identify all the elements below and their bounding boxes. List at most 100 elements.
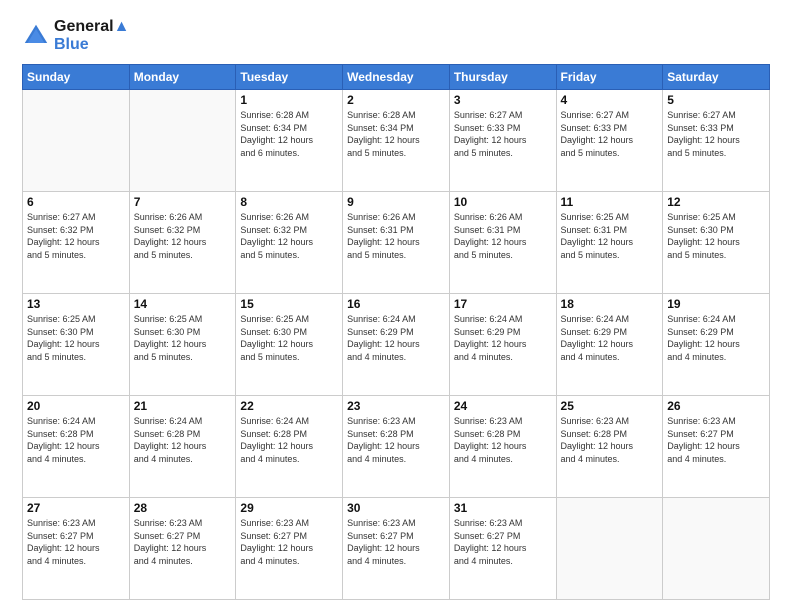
day-number: 14 (134, 297, 232, 311)
calendar-cell: 29 Sunrise: 6:23 AM Sunset: 6:27 PM Dayli… (236, 498, 343, 600)
day-info: Sunrise: 6:26 AM Sunset: 6:31 PM Dayligh… (347, 211, 445, 261)
day-info: Sunrise: 6:28 AM Sunset: 6:34 PM Dayligh… (240, 109, 338, 159)
day-number: 13 (27, 297, 125, 311)
calendar-cell: 20 Sunrise: 6:24 AM Sunset: 6:28 PM Dayli… (23, 396, 130, 498)
calendar-week-2: 13 Sunrise: 6:25 AM Sunset: 6:30 PM Dayli… (23, 294, 770, 396)
calendar-header-sunday: Sunday (23, 65, 130, 90)
day-info: Sunrise: 6:25 AM Sunset: 6:30 PM Dayligh… (240, 313, 338, 363)
day-info: Sunrise: 6:24 AM Sunset: 6:29 PM Dayligh… (454, 313, 552, 363)
calendar-cell: 2Sunrise: 6:28 AM Sunset: 6:34 PM Daylig… (343, 90, 450, 192)
calendar-header-monday: Monday (129, 65, 236, 90)
day-info: Sunrise: 6:24 AM Sunset: 6:29 PM Dayligh… (667, 313, 765, 363)
day-number: 1 (240, 93, 338, 107)
calendar-cell: 1 Sunrise: 6:28 AM Sunset: 6:34 PM Daylig… (236, 90, 343, 192)
day-info: Sunrise: 6:25 AM Sunset: 6:30 PM Dayligh… (27, 313, 125, 363)
day-number: 22 (240, 399, 338, 413)
day-number: 31 (454, 501, 552, 515)
calendar-cell (663, 498, 770, 600)
day-info: Sunrise: 6:24 AM Sunset: 6:28 PM Dayligh… (240, 415, 338, 465)
day-number: 18 (561, 297, 659, 311)
day-number: 28 (134, 501, 232, 515)
day-number: 21 (134, 399, 232, 413)
day-number: 3 (454, 93, 552, 107)
day-number: 4 (561, 93, 659, 107)
day-info: Sunrise: 6:23 AM Sunset: 6:27 PM Dayligh… (27, 517, 125, 567)
calendar-cell: 10 Sunrise: 6:26 AM Sunset: 6:31 PM Dayli… (449, 192, 556, 294)
calendar-week-4: 27 Sunrise: 6:23 AM Sunset: 6:27 PM Dayli… (23, 498, 770, 600)
day-info: Sunrise: 6:23 AM Sunset: 6:27 PM Dayligh… (240, 517, 338, 567)
calendar-cell: 22 Sunrise: 6:24 AM Sunset: 6:28 PM Dayli… (236, 396, 343, 498)
day-number: 24 (454, 399, 552, 413)
calendar-cell (23, 90, 130, 192)
calendar-cell: 11 Sunrise: 6:25 AM Sunset: 6:31 PM Dayli… (556, 192, 663, 294)
day-number: 5 (667, 93, 765, 107)
calendar-header-saturday: Saturday (663, 65, 770, 90)
day-number: 16 (347, 297, 445, 311)
day-number: 30 (347, 501, 445, 515)
calendar-cell: 9 Sunrise: 6:26 AM Sunset: 6:31 PM Daylig… (343, 192, 450, 294)
calendar-cell: 18 Sunrise: 6:24 AM Sunset: 6:29 PM Dayli… (556, 294, 663, 396)
day-number: 12 (667, 195, 765, 209)
calendar-cell: 27 Sunrise: 6:23 AM Sunset: 6:27 PM Dayli… (23, 498, 130, 600)
calendar-cell: 3 Sunrise: 6:27 AM Sunset: 6:33 PM Daylig… (449, 90, 556, 192)
calendar-cell (556, 498, 663, 600)
calendar-cell: 31 Sunrise: 6:23 AM Sunset: 6:27 PM Dayli… (449, 498, 556, 600)
calendar-cell: 5 Sunrise: 6:27 AM Sunset: 6:33 PM Daylig… (663, 90, 770, 192)
calendar-week-1: 6 Sunrise: 6:27 AM Sunset: 6:32 PM Daylig… (23, 192, 770, 294)
day-number: 23 (347, 399, 445, 413)
day-number: 15 (240, 297, 338, 311)
day-info: Sunrise: 6:27 AM Sunset: 6:33 PM Dayligh… (667, 109, 765, 159)
day-info: Sunrise: 6:24 AM Sunset: 6:28 PM Dayligh… (134, 415, 232, 465)
calendar-cell: 14 Sunrise: 6:25 AM Sunset: 6:30 PM Dayli… (129, 294, 236, 396)
calendar-cell: 13 Sunrise: 6:25 AM Sunset: 6:30 PM Dayli… (23, 294, 130, 396)
day-info: Sunrise: 6:23 AM Sunset: 6:27 PM Dayligh… (667, 415, 765, 465)
day-info: Sunrise: 6:23 AM Sunset: 6:28 PM Dayligh… (561, 415, 659, 465)
day-info: Sunrise: 6:24 AM Sunset: 6:29 PM Dayligh… (561, 313, 659, 363)
day-info: Sunrise: 6:23 AM Sunset: 6:27 PM Dayligh… (454, 517, 552, 567)
day-number: 8 (240, 195, 338, 209)
day-info: Sunrise: 6:26 AM Sunset: 6:32 PM Dayligh… (134, 211, 232, 261)
calendar-cell (129, 90, 236, 192)
day-info: Sunrise: 6:26 AM Sunset: 6:31 PM Dayligh… (454, 211, 552, 261)
day-info: Sunrise: 6:28 AM Sunset: 6:34 PM Dayligh… (347, 109, 445, 159)
day-info: Sunrise: 6:25 AM Sunset: 6:30 PM Dayligh… (667, 211, 765, 261)
calendar-week-3: 20 Sunrise: 6:24 AM Sunset: 6:28 PM Dayli… (23, 396, 770, 498)
calendar-cell: 4 Sunrise: 6:27 AM Sunset: 6:33 PM Daylig… (556, 90, 663, 192)
day-info: Sunrise: 6:27 AM Sunset: 6:33 PM Dayligh… (454, 109, 552, 159)
day-info: Sunrise: 6:25 AM Sunset: 6:30 PM Dayligh… (134, 313, 232, 363)
day-number: 10 (454, 195, 552, 209)
day-info: Sunrise: 6:23 AM Sunset: 6:27 PM Dayligh… (134, 517, 232, 567)
calendar-cell: 12 Sunrise: 6:25 AM Sunset: 6:30 PM Dayli… (663, 192, 770, 294)
day-info: Sunrise: 6:24 AM Sunset: 6:28 PM Dayligh… (27, 415, 125, 465)
logo-icon (22, 22, 50, 50)
day-info: Sunrise: 6:23 AM Sunset: 6:28 PM Dayligh… (454, 415, 552, 465)
day-info: Sunrise: 6:27 AM Sunset: 6:33 PM Dayligh… (561, 109, 659, 159)
day-info: Sunrise: 6:23 AM Sunset: 6:28 PM Dayligh… (347, 415, 445, 465)
calendar-cell: 19Sunrise: 6:24 AM Sunset: 6:29 PM Dayli… (663, 294, 770, 396)
day-info: Sunrise: 6:25 AM Sunset: 6:31 PM Dayligh… (561, 211, 659, 261)
day-number: 29 (240, 501, 338, 515)
calendar-cell: 30Sunrise: 6:23 AM Sunset: 6:27 PM Dayli… (343, 498, 450, 600)
calendar-cell: 7Sunrise: 6:26 AM Sunset: 6:32 PM Daylig… (129, 192, 236, 294)
day-info: Sunrise: 6:27 AM Sunset: 6:32 PM Dayligh… (27, 211, 125, 261)
calendar-cell: 17Sunrise: 6:24 AM Sunset: 6:29 PM Dayli… (449, 294, 556, 396)
calendar-header-row: SundayMondayTuesdayWednesdayThursdayFrid… (23, 65, 770, 90)
logo-text: General▲ Blue (54, 18, 129, 54)
day-info: Sunrise: 6:26 AM Sunset: 6:32 PM Dayligh… (240, 211, 338, 261)
calendar-cell: 28 Sunrise: 6:23 AM Sunset: 6:27 PM Dayli… (129, 498, 236, 600)
calendar-table: SundayMondayTuesdayWednesdayThursdayFrid… (22, 64, 770, 600)
day-number: 20 (27, 399, 125, 413)
day-number: 26 (667, 399, 765, 413)
day-number: 6 (27, 195, 125, 209)
calendar-cell: 6 Sunrise: 6:27 AM Sunset: 6:32 PM Daylig… (23, 192, 130, 294)
calendar-cell: 15 Sunrise: 6:25 AM Sunset: 6:30 PM Dayli… (236, 294, 343, 396)
day-number: 27 (27, 501, 125, 515)
calendar-cell: 16Sunrise: 6:24 AM Sunset: 6:29 PM Dayli… (343, 294, 450, 396)
logo: General▲ Blue (22, 18, 129, 54)
calendar-cell: 21 Sunrise: 6:24 AM Sunset: 6:28 PM Dayli… (129, 396, 236, 498)
day-number: 11 (561, 195, 659, 209)
day-number: 25 (561, 399, 659, 413)
calendar-cell: 24 Sunrise: 6:23 AM Sunset: 6:28 PM Dayli… (449, 396, 556, 498)
calendar-cell: 25 Sunrise: 6:23 AM Sunset: 6:28 PM Dayli… (556, 396, 663, 498)
day-number: 9 (347, 195, 445, 209)
